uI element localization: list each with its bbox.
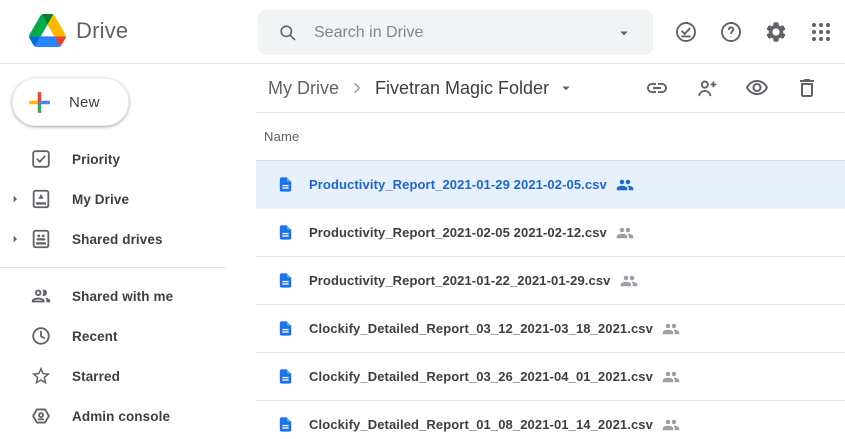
folder-toolbar: My Drive Fivetran Magic Folder xyxy=(256,64,845,113)
sidebar-item-shared-with-me[interactable]: Shared with me xyxy=(0,276,256,316)
search-options-caret-icon[interactable] xyxy=(615,24,633,42)
trash-icon[interactable] xyxy=(795,76,819,100)
sidebar-item-label: Recent xyxy=(72,329,118,344)
get-link-icon[interactable] xyxy=(645,76,669,100)
file-row[interactable]: Productivity_Report_2021-01-29 2021-02-0… xyxy=(256,161,845,209)
shared-people-icon xyxy=(662,416,680,434)
csv-file-icon xyxy=(277,176,294,193)
csv-file-icon xyxy=(277,416,294,433)
search-bar[interactable] xyxy=(258,10,653,55)
sidebar-item-admin-console[interactable]: Admin console xyxy=(0,396,256,436)
preview-eye-icon[interactable] xyxy=(745,76,769,100)
google-drive-app: Drive xyxy=(0,0,845,439)
file-row[interactable]: Clockify_Detailed_Report_01_08_2021-01_1… xyxy=(256,401,845,439)
csv-file-icon xyxy=(277,368,294,385)
expand-arrow-icon[interactable] xyxy=(7,191,23,207)
offline-status-icon[interactable] xyxy=(674,20,698,44)
list-header[interactable]: Name xyxy=(256,113,845,161)
shared-drives-icon xyxy=(30,228,52,250)
settings-gear-icon[interactable] xyxy=(764,20,788,44)
file-name: Clockify_Detailed_Report_01_08_2021-01_1… xyxy=(309,417,653,432)
column-header-name[interactable]: Name xyxy=(264,129,299,144)
csv-file-icon xyxy=(277,224,294,241)
sidebar: New Priority xyxy=(0,64,256,439)
file-name: Productivity_Report_2021-01-22_2021-01-2… xyxy=(309,273,611,288)
priority-icon xyxy=(30,148,52,170)
drive-triangle-icon xyxy=(29,14,66,47)
apps-grid-icon[interactable] xyxy=(809,20,833,44)
sidebar-item-shared-drives[interactable]: Shared drives xyxy=(0,219,256,259)
sidebar-item-label: Shared drives xyxy=(72,232,163,247)
breadcrumb-current[interactable]: Fivetran Magic Folder xyxy=(375,78,549,99)
file-row[interactable]: Productivity_Report_2021-02-05 2021-02-1… xyxy=(256,209,845,257)
my-drive-icon xyxy=(30,188,52,210)
sidebar-item-label: Starred xyxy=(72,369,120,384)
sidebar-item-recent[interactable]: Recent xyxy=(0,316,256,356)
shared-people-icon xyxy=(662,368,680,386)
new-button[interactable]: New xyxy=(12,78,129,126)
recent-clock-icon xyxy=(30,325,52,347)
file-name: Clockify_Detailed_Report_03_12_2021-03_1… xyxy=(309,321,653,336)
sidebar-item-label: Priority xyxy=(72,152,120,167)
top-header: Drive xyxy=(0,0,845,64)
file-name: Productivity_Report_2021-01-29 2021-02-0… xyxy=(309,177,607,192)
starred-star-icon xyxy=(30,365,52,387)
sidebar-item-label: My Drive xyxy=(72,192,129,207)
header-icons xyxy=(653,20,833,44)
shared-with-me-icon xyxy=(30,285,52,307)
breadcrumb-parent[interactable]: My Drive xyxy=(268,78,339,99)
shared-people-icon xyxy=(620,272,638,290)
sidebar-nav: Priority My Drive xyxy=(0,139,256,436)
file-row[interactable]: Clockify_Detailed_Report_03_12_2021-03_1… xyxy=(256,305,845,353)
expand-arrow-icon[interactable] xyxy=(7,231,23,247)
csv-file-icon xyxy=(277,272,294,289)
drive-logo[interactable]: Drive xyxy=(29,14,128,47)
chevron-right-icon xyxy=(349,80,365,96)
toolbar-actions xyxy=(619,76,819,100)
search-icon[interactable] xyxy=(278,23,297,42)
shared-people-icon xyxy=(616,224,634,242)
admin-console-icon xyxy=(30,405,52,427)
shared-people-icon xyxy=(616,176,634,194)
file-row[interactable]: Productivity_Report_2021-01-22_2021-01-2… xyxy=(256,257,845,305)
help-icon[interactable] xyxy=(719,20,743,44)
shared-people-icon xyxy=(662,320,680,338)
sidebar-item-priority[interactable]: Priority xyxy=(0,139,256,179)
csv-file-icon xyxy=(277,320,294,337)
search-input[interactable] xyxy=(314,24,615,42)
file-name: Productivity_Report_2021-02-05 2021-02-1… xyxy=(309,225,607,240)
file-name: Clockify_Detailed_Report_03_26_2021-04_0… xyxy=(309,369,653,384)
person-add-icon[interactable] xyxy=(695,76,719,100)
sidebar-item-starred[interactable]: Starred xyxy=(0,356,256,396)
sidebar-item-label: Admin console xyxy=(72,409,170,424)
folder-menu-caret-icon[interactable] xyxy=(557,79,575,97)
new-button-label: New xyxy=(69,94,100,111)
sidebar-divider xyxy=(0,267,225,268)
plus-icon xyxy=(24,87,55,118)
app-name: Drive xyxy=(76,18,128,44)
sidebar-item-my-drive[interactable]: My Drive xyxy=(0,179,256,219)
sidebar-item-label: Shared with me xyxy=(72,289,173,304)
main-content: My Drive Fivetran Magic Folder xyxy=(256,64,845,439)
file-rows: Productivity_Report_2021-01-29 2021-02-0… xyxy=(256,161,845,439)
file-row[interactable]: Clockify_Detailed_Report_03_26_2021-04_0… xyxy=(256,353,845,401)
